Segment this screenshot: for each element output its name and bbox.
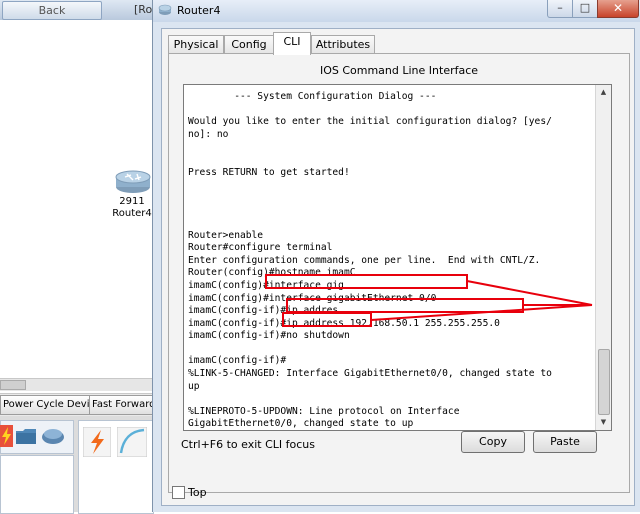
dialog-titlebar[interactable]: Router4 – □ ✕ bbox=[153, 0, 640, 22]
panel-heading: IOS Command Line Interface bbox=[319, 64, 479, 77]
console-cable-icon[interactable] bbox=[117, 427, 147, 457]
paste-button[interactable]: Paste bbox=[533, 431, 597, 453]
minimize-button[interactable]: – bbox=[547, 0, 573, 18]
device-category-panel bbox=[0, 420, 74, 454]
dialog-content: Physical Config CLI Attributes IOS Comma… bbox=[161, 28, 635, 506]
router-icon[interactable] bbox=[113, 168, 153, 194]
router-name-label: Router4 bbox=[112, 208, 152, 219]
cli-scroll-thumb[interactable] bbox=[598, 349, 610, 415]
minimize-icon: – bbox=[557, 1, 563, 14]
power-cycle-devices-button[interactable]: Power Cycle Devices bbox=[0, 395, 92, 415]
connection-palette bbox=[78, 420, 154, 514]
cli-focus-hint: Ctrl+F6 to exit CLI focus bbox=[181, 438, 316, 451]
fast-forward-time-button[interactable]: Fast Forward T bbox=[89, 395, 161, 415]
router-app-icon bbox=[158, 4, 172, 15]
scroll-down-arrow-icon[interactable]: ▼ bbox=[596, 415, 611, 430]
top-checkbox[interactable] bbox=[172, 486, 185, 499]
window-title: Router4 bbox=[177, 4, 221, 17]
scroll-up-arrow-icon[interactable]: ▲ bbox=[596, 85, 611, 100]
maximize-button[interactable]: □ bbox=[572, 0, 598, 18]
close-button[interactable]: ✕ bbox=[597, 0, 639, 18]
cloud-icon[interactable] bbox=[41, 426, 65, 446]
close-icon: ✕ bbox=[612, 1, 624, 15]
copy-button[interactable]: Copy bbox=[461, 431, 525, 453]
top-checkbox-label: Top bbox=[188, 486, 207, 499]
tab-physical[interactable]: Physical bbox=[168, 35, 224, 54]
back-button[interactable]: Back bbox=[2, 1, 102, 20]
folder-icon[interactable] bbox=[15, 426, 37, 446]
auto-connection-lightning-icon[interactable] bbox=[83, 427, 111, 457]
cli-output-text[interactable]: --- System Configuration Dialog --- Woul… bbox=[188, 91, 590, 430]
maximize-icon: □ bbox=[579, 1, 591, 14]
tab-cli[interactable]: CLI bbox=[273, 32, 311, 55]
router-model-label: 2911 bbox=[119, 196, 145, 207]
cli-console[interactable]: --- System Configuration Dialog --- Woul… bbox=[183, 84, 612, 431]
lightning-icon[interactable] bbox=[0, 425, 13, 447]
device-subcategory-list[interactable] bbox=[0, 455, 74, 514]
cli-tab-panel: IOS Command Line Interface --- System Co… bbox=[168, 53, 630, 493]
router-dialog-window: Router4 – □ ✕ Physical Config CLI Attrib… bbox=[152, 0, 640, 512]
workspace-scroll-thumb[interactable] bbox=[0, 380, 26, 390]
cli-vertical-scrollbar[interactable]: ▲ ▼ bbox=[595, 85, 611, 430]
tab-config[interactable]: Config bbox=[224, 35, 274, 54]
tab-attributes[interactable]: Attributes bbox=[311, 35, 375, 54]
